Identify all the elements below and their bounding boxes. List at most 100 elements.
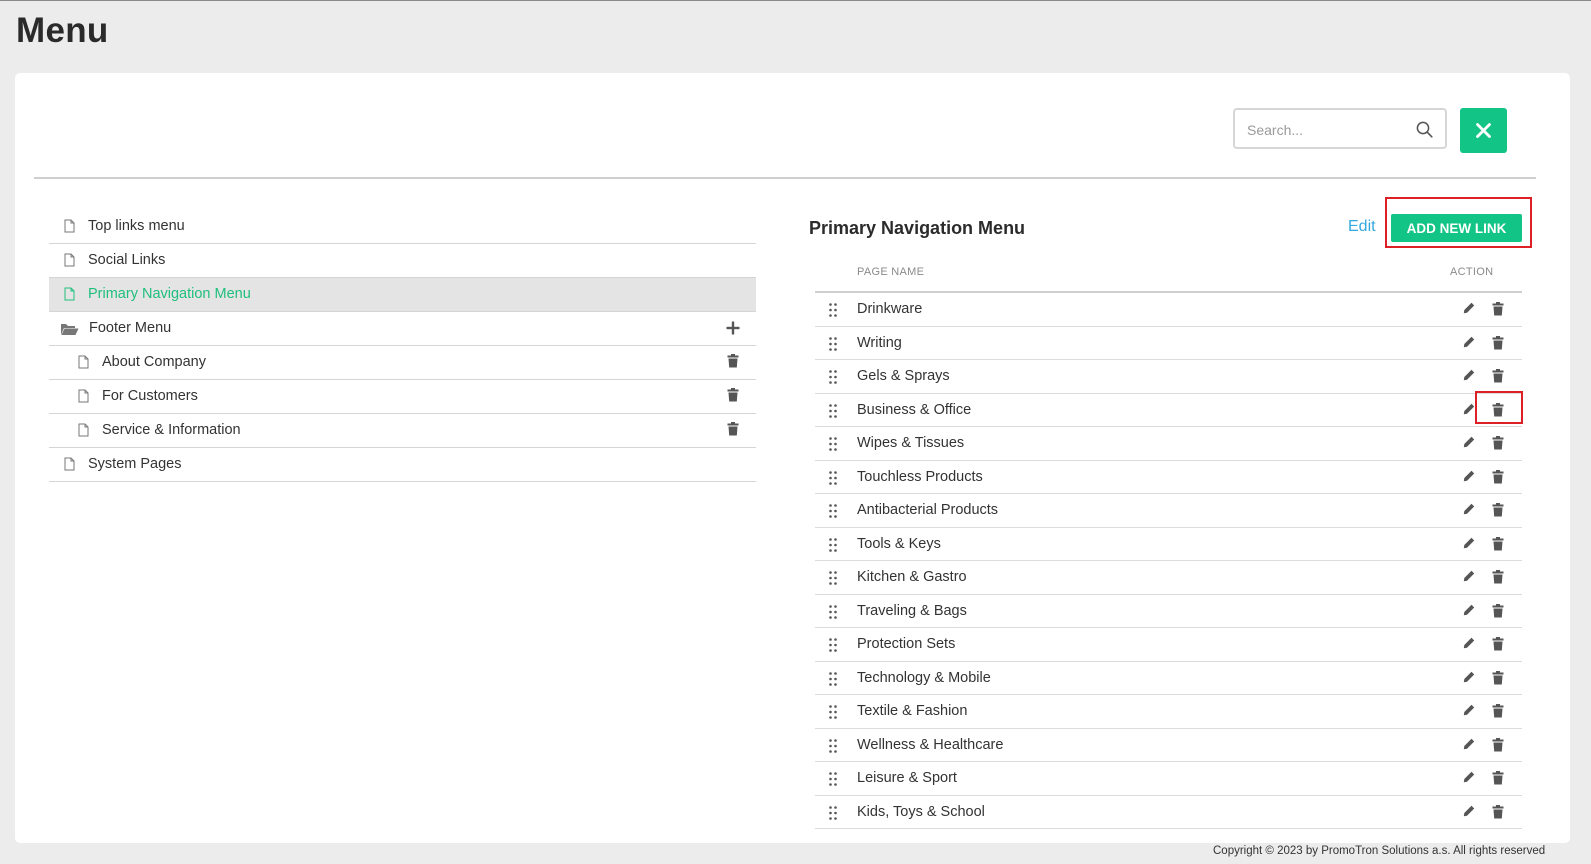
delete-trash-icon[interactable] [1492, 469, 1504, 488]
tree-item-label: System Pages [88, 456, 182, 472]
edit-pencil-icon[interactable] [1463, 369, 1475, 385]
table-row: Wellness & Healthcare [815, 729, 1522, 762]
edit-pencil-icon[interactable] [1463, 470, 1475, 486]
edit-pencil-icon[interactable] [1463, 738, 1475, 754]
delete-trash-icon[interactable] [1492, 704, 1504, 722]
edit-pencil-icon[interactable] [1463, 637, 1475, 653]
page-title: Menu [16, 11, 109, 50]
drag-handle-icon[interactable] [829, 571, 837, 589]
close-icon [1476, 123, 1491, 138]
edit-pencil-icon[interactable] [1463, 671, 1475, 687]
menu-card: Top links menu Social Links Primary Naviga… [15, 73, 1570, 843]
link-table: Drinkware Writing Gels & Sprays Business & … [815, 293, 1522, 829]
menu-title: Primary Navigation Menu [809, 218, 1026, 238]
drag-handle-icon[interactable] [829, 805, 837, 824]
page-name: Protection Sets [857, 636, 956, 652]
tree-item[interactable]: Primary Navigation Menu [49, 278, 756, 312]
trash-icon[interactable] [727, 388, 739, 406]
drag-handle-icon[interactable] [829, 470, 837, 489]
tree-item[interactable]: Social Links [49, 244, 756, 278]
delete-trash-icon[interactable] [1492, 536, 1504, 555]
file-icon [64, 457, 75, 475]
file-icon [78, 355, 89, 373]
tree-item[interactable]: Footer Menu [49, 312, 756, 346]
table-row: Wipes & Tissues [815, 427, 1522, 461]
table-row: Textile & Fashion [815, 695, 1522, 729]
tree-item[interactable]: System Pages [49, 448, 756, 482]
edit-pencil-icon[interactable] [1463, 704, 1475, 720]
delete-trash-icon[interactable] [1492, 369, 1504, 387]
delete-trash-icon[interactable] [1492, 637, 1504, 655]
tree-item-label: Social Links [88, 252, 166, 268]
table-row: Kids, Toys & School [815, 796, 1522, 829]
delete-trash-icon[interactable] [1492, 737, 1504, 756]
drag-handle-icon[interactable] [829, 638, 837, 656]
drag-handle-icon[interactable] [829, 370, 837, 388]
drag-handle-icon[interactable] [829, 303, 837, 321]
delete-trash-icon[interactable] [1492, 503, 1504, 521]
close-button[interactable] [1460, 108, 1507, 153]
drag-handle-icon[interactable] [829, 671, 837, 690]
tree-item[interactable]: For Customers [49, 380, 756, 414]
delete-trash-icon[interactable] [1492, 402, 1504, 421]
delete-trash-icon[interactable] [1492, 670, 1504, 689]
add-new-link-button[interactable]: ADD NEW LINK [1391, 214, 1522, 242]
edit-pencil-icon[interactable] [1463, 537, 1475, 553]
page-name: Wipes & Tissues [857, 435, 965, 451]
delete-trash-icon[interactable] [1492, 603, 1504, 622]
page-name: Antibacterial Products [857, 502, 999, 518]
page-name: Writing [857, 334, 902, 351]
edit-pencil-icon[interactable] [1463, 503, 1475, 519]
column-header-page-name: PAGE NAME [857, 266, 925, 278]
edit-pencil-icon[interactable] [1463, 771, 1475, 787]
tree-item[interactable]: About Company [49, 346, 756, 380]
edit-pencil-icon[interactable] [1463, 403, 1475, 419]
page-name: Gels & Sprays [857, 368, 950, 384]
drag-handle-icon[interactable] [829, 537, 837, 556]
drag-handle-icon[interactable] [829, 403, 837, 422]
drag-handle-icon[interactable] [829, 336, 837, 355]
tree-item-label: For Customers [102, 388, 198, 404]
tree-item-label: About Company [102, 354, 206, 370]
tree-item[interactable]: Top links menu [49, 210, 756, 244]
edit-pencil-icon[interactable] [1463, 604, 1475, 620]
page-name: Wellness & Healthcare [857, 736, 1004, 753]
drag-handle-icon[interactable] [829, 705, 837, 723]
edit-pencil-icon[interactable] [1463, 336, 1475, 352]
page-name: Traveling & Bags [857, 602, 967, 619]
file-icon [78, 389, 89, 407]
file-icon [64, 219, 75, 237]
delete-trash-icon[interactable] [1492, 771, 1504, 789]
delete-trash-icon[interactable] [1492, 570, 1504, 588]
edit-pencil-icon[interactable] [1463, 570, 1475, 586]
edit-pencil-icon[interactable] [1463, 302, 1475, 318]
trash-icon[interactable] [727, 354, 739, 372]
page-name: Textile & Fashion [857, 703, 968, 719]
add-icon[interactable] [726, 321, 740, 339]
table-row: Tools & Keys [815, 528, 1522, 561]
drag-handle-icon[interactable] [829, 504, 837, 522]
tree-item-label: Top links menu [88, 218, 185, 234]
delete-trash-icon[interactable] [1492, 436, 1504, 454]
tree-item-label: Footer Menu [89, 320, 172, 336]
drag-handle-icon[interactable] [829, 437, 837, 455]
header-divider [34, 177, 1536, 179]
delete-trash-icon[interactable] [1492, 804, 1504, 823]
table-row: Antibacterial Products [815, 494, 1522, 528]
trash-icon[interactable] [727, 422, 739, 440]
tree-item[interactable]: Service & Information [49, 414, 756, 448]
page-name: Tools & Keys [857, 535, 941, 552]
delete-trash-icon[interactable] [1492, 335, 1504, 354]
search-box[interactable] [1233, 108, 1447, 149]
drag-handle-icon[interactable] [829, 604, 837, 623]
edit-link[interactable]: Edit [1348, 218, 1376, 236]
drag-handle-icon[interactable] [829, 772, 837, 790]
delete-trash-icon[interactable] [1492, 302, 1504, 320]
drag-handle-icon[interactable] [829, 738, 837, 757]
table-row: Drinkware [815, 293, 1522, 327]
edit-pencil-icon[interactable] [1463, 436, 1475, 452]
search-icon[interactable] [1416, 121, 1433, 138]
edit-pencil-icon[interactable] [1463, 805, 1475, 821]
page-name: Technology & Mobile [857, 669, 991, 686]
search-input[interactable] [1245, 120, 1409, 140]
